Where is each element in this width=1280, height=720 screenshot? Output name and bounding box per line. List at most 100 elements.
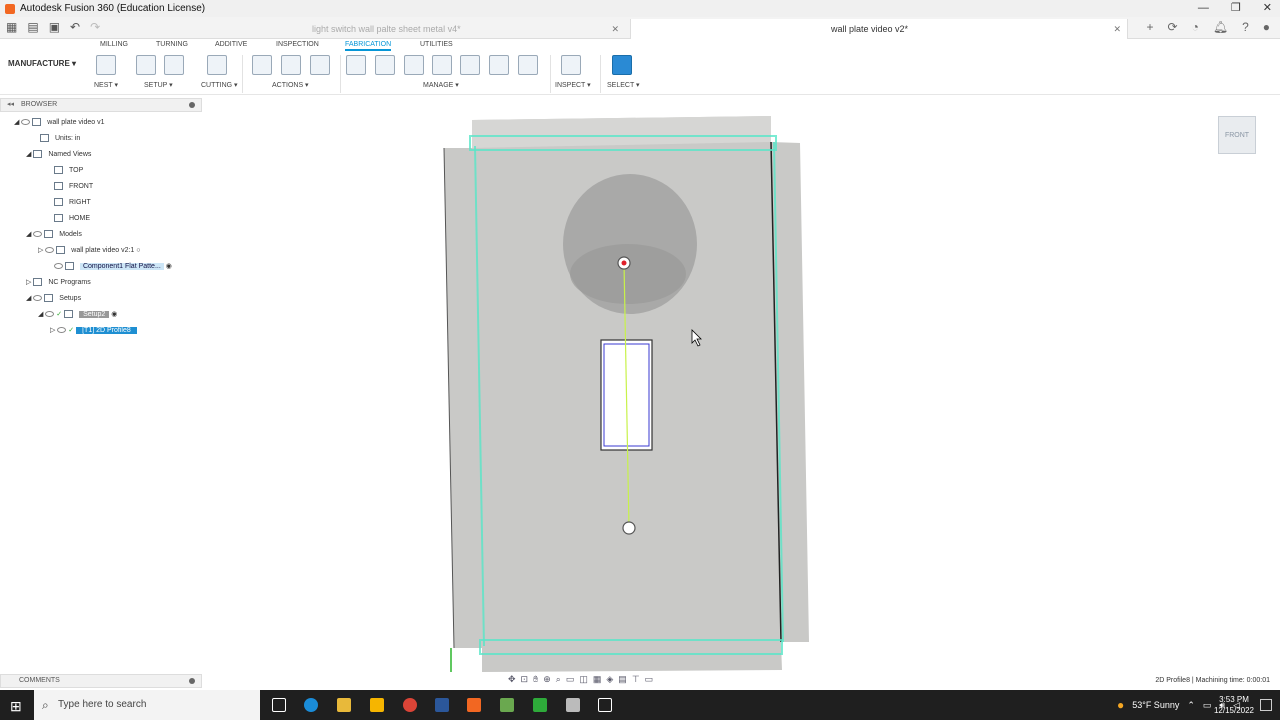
tree-view-front[interactable]: FRONT bbox=[54, 180, 93, 194]
tree-setups[interactable]: ◢ Setups bbox=[26, 292, 81, 306]
tree-units[interactable]: Units: in bbox=[40, 132, 80, 146]
network-icon[interactable]: ▭ bbox=[1203, 700, 1212, 711]
setup-group-label[interactable]: SETUP ▾ bbox=[144, 81, 173, 89]
new-tab-icon[interactable]: + bbox=[1147, 20, 1154, 34]
notification-center-icon[interactable] bbox=[1260, 699, 1272, 711]
tree-view-top[interactable]: TOP bbox=[54, 164, 83, 178]
windows-start-icon[interactable]: ⊞ bbox=[10, 698, 22, 715]
job-status-icon[interactable]: ◔ bbox=[1192, 20, 1199, 34]
filter-icon[interactable]: ⊤ bbox=[632, 674, 640, 688]
pan-icon[interactable]: ✋︎ bbox=[533, 674, 538, 688]
tree-model-wall-plate[interactable]: ▷ wall plate video v2:1 ○ bbox=[38, 244, 141, 258]
minimize-icon[interactable]: — bbox=[1198, 0, 1209, 17]
visibility-eye-icon[interactable] bbox=[33, 231, 43, 238]
measure-icon[interactable] bbox=[561, 55, 581, 75]
word-icon[interactable] bbox=[435, 698, 449, 712]
tree-model-flat-pattern[interactable]: Component1 Flat Patte... ◉ bbox=[54, 260, 172, 274]
cutting-tool-icon[interactable] bbox=[207, 55, 227, 75]
undo-icon[interactable]: ↶ bbox=[70, 20, 80, 34]
help-icon[interactable]: ? bbox=[1242, 20, 1249, 34]
visibility-eye-icon[interactable] bbox=[54, 263, 63, 270]
visual-style-icon[interactable]: ◫ bbox=[579, 674, 588, 688]
extensions-icon[interactable]: ⟳ bbox=[1168, 20, 1178, 34]
viewcube[interactable]: FRONT bbox=[1218, 116, 1256, 154]
comments-pin-icon[interactable] bbox=[189, 678, 195, 684]
display-mode-icon[interactable]: ▭ bbox=[645, 674, 654, 688]
weather-text[interactable]: 53°F Sunny bbox=[1132, 700, 1179, 710]
notifications-icon[interactable]: 🔔︎ bbox=[1213, 20, 1228, 34]
grid-icon[interactable]: ▦ bbox=[593, 674, 602, 688]
nest-group-label[interactable]: NEST ▾ bbox=[94, 81, 118, 89]
app-icon[interactable] bbox=[500, 698, 514, 712]
collapse-browser-icon[interactable]: ◂◂ bbox=[7, 99, 14, 111]
post-library-icon[interactable] bbox=[489, 55, 509, 75]
visibility-eye-icon[interactable] bbox=[57, 327, 67, 334]
tree-models[interactable]: ◢ Models bbox=[26, 228, 82, 242]
tree-root[interactable]: ◢ wall plate video v1 bbox=[14, 116, 104, 130]
template-icon[interactable] bbox=[404, 55, 424, 75]
tree-nc-programs[interactable]: ▷ NC Programs bbox=[26, 276, 91, 290]
tab-utilities[interactable]: UTILITIES bbox=[420, 41, 453, 48]
grid-menu-icon[interactable]: ▦ bbox=[6, 20, 17, 34]
actions-group-label[interactable]: ACTIONS ▾ bbox=[272, 81, 309, 89]
workspace-switcher[interactable]: MANUFACTURE ▾ bbox=[8, 59, 76, 68]
avatar[interactable]: ● bbox=[1263, 20, 1270, 34]
manage-group-label[interactable]: MANAGE ▾ bbox=[423, 81, 459, 89]
close-icon[interactable]: ✕ bbox=[1263, 0, 1272, 17]
visibility-eye-icon[interactable] bbox=[21, 119, 31, 126]
clock[interactable]: 3:53 PM 12/15/2022 bbox=[1214, 694, 1254, 716]
tab-wall-plate[interactable]: wall plate video v2* ✕ bbox=[630, 19, 1128, 39]
select-icon[interactable] bbox=[612, 55, 632, 75]
bottom-hole-marker[interactable] bbox=[622, 521, 636, 535]
tree-operation[interactable]: ▷ ✓ [T1] 2D Profile8 bbox=[50, 324, 137, 338]
close-tab-icon[interactable]: ✕ bbox=[1113, 19, 1121, 39]
tab-fabrication[interactable]: FABRICATION bbox=[345, 41, 392, 51]
chevron-up-icon[interactable]: ⌃ bbox=[1187, 700, 1195, 711]
orbit-icon[interactable]: ✥ bbox=[508, 674, 516, 688]
effects-icon[interactable]: ▤ bbox=[618, 674, 627, 688]
save-icon[interactable]: ▣ bbox=[49, 20, 60, 34]
task-view-icon[interactable] bbox=[272, 698, 286, 712]
close-tab-icon[interactable]: ✕ bbox=[611, 19, 619, 39]
tool-library-icon[interactable] bbox=[432, 55, 452, 75]
setup-folder-icon[interactable] bbox=[136, 55, 156, 75]
simulate-icon[interactable] bbox=[310, 55, 330, 75]
g1g2-icon[interactable] bbox=[252, 55, 272, 75]
edge-icon[interactable] bbox=[304, 698, 318, 712]
fusion-taskbar-icon[interactable] bbox=[467, 698, 481, 712]
tree-named-views[interactable]: ◢ Named Views bbox=[26, 148, 91, 162]
visibility-eye-icon[interactable] bbox=[33, 295, 43, 302]
tab-light-switch[interactable]: light switch wall palte sheet metal v4* … bbox=[300, 19, 625, 39]
cutting-group-label[interactable]: CUTTING ▾ bbox=[201, 81, 238, 89]
select-group-label[interactable]: SELECT ▾ bbox=[607, 81, 640, 89]
terminal-icon[interactable] bbox=[598, 698, 612, 712]
inspect-group-label[interactable]: INSPECT ▾ bbox=[555, 81, 591, 89]
visibility-eye-icon[interactable] bbox=[45, 247, 55, 254]
canvas-viewport[interactable] bbox=[0, 96, 1280, 680]
view-cube-settings-icon[interactable]: ◈ bbox=[606, 674, 613, 688]
chrome-icon[interactable] bbox=[403, 698, 417, 712]
comments-panel[interactable]: COMMENTS bbox=[0, 674, 202, 688]
tree-view-home[interactable]: HOME bbox=[54, 212, 90, 226]
nest-tool-icon[interactable] bbox=[96, 55, 116, 75]
file-explorer-icon[interactable] bbox=[337, 698, 351, 712]
sticky-notes-icon[interactable] bbox=[370, 698, 384, 712]
file-icon[interactable]: ▤ bbox=[27, 20, 38, 34]
tab-turning[interactable]: TURNING bbox=[156, 41, 188, 48]
redo-icon[interactable]: ↷ bbox=[90, 20, 100, 34]
generate-icon[interactable] bbox=[346, 55, 366, 75]
setup-sheet-icon[interactable] bbox=[164, 55, 184, 75]
maximize-icon[interactable]: ❐ bbox=[1231, 0, 1241, 17]
visibility-eye-icon[interactable] bbox=[45, 311, 55, 318]
display-settings-icon[interactable]: ▭ bbox=[566, 674, 575, 688]
clear-icon[interactable] bbox=[375, 55, 395, 75]
tree-view-right[interactable]: RIGHT bbox=[54, 196, 91, 210]
task-manager-icon[interactable] bbox=[518, 55, 538, 75]
tree-setup2[interactable]: ◢ ✓ Setup2 ◉ bbox=[38, 308, 117, 322]
fit-icon[interactable]: ⌕ bbox=[556, 674, 561, 688]
tab-milling[interactable]: MILLING bbox=[100, 41, 128, 48]
camtasia-icon[interactable] bbox=[533, 698, 547, 712]
machine-library-icon[interactable] bbox=[460, 55, 480, 75]
browser-pin-icon[interactable] bbox=[189, 102, 195, 108]
browser-panel-header[interactable]: ◂◂ BROWSER bbox=[0, 98, 202, 112]
